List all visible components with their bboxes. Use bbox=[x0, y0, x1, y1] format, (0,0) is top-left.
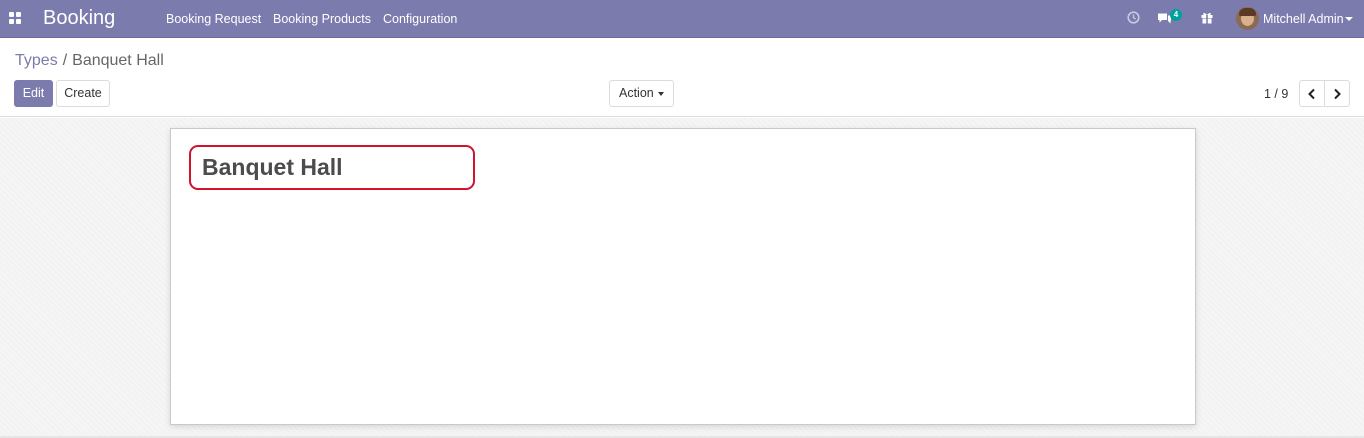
user-menu-name[interactable]: Mitchell Admin bbox=[1263, 12, 1344, 26]
gift-icon[interactable] bbox=[1201, 11, 1213, 27]
menu-booking-request[interactable]: Booking Request bbox=[166, 12, 261, 26]
breadcrumb-types-link[interactable]: Types bbox=[15, 52, 58, 69]
pager-previous-button[interactable] bbox=[1299, 80, 1325, 107]
create-button[interactable]: Create bbox=[56, 80, 110, 107]
pager-next-button[interactable] bbox=[1324, 80, 1350, 107]
form-view-background: Banquet Hall bbox=[0, 118, 1364, 438]
form-sheet: Banquet Hall bbox=[170, 128, 1196, 425]
apps-menu-icon[interactable] bbox=[9, 12, 21, 24]
chevron-right-icon bbox=[1334, 88, 1341, 100]
chevron-left-icon bbox=[1308, 88, 1315, 100]
control-panel: Types / Banquet Hall Edit Create Action 1 … bbox=[0, 39, 1364, 117]
breadcrumb: Types / Banquet Hall bbox=[15, 52, 164, 70]
action-dropdown-button[interactable]: Action bbox=[609, 80, 674, 107]
record-name-field[interactable]: Banquet Hall bbox=[189, 145, 475, 190]
action-label: Action bbox=[619, 86, 654, 100]
caret-down-icon bbox=[658, 92, 664, 96]
top-navbar: Booking Booking Request Booking Products… bbox=[0, 0, 1364, 38]
edit-button[interactable]: Edit bbox=[14, 80, 53, 107]
user-avatar[interactable] bbox=[1236, 7, 1259, 30]
messages-count-badge: 4 bbox=[1170, 9, 1182, 21]
menu-booking-products[interactable]: Booking Products bbox=[273, 12, 371, 26]
activity-clock-icon[interactable] bbox=[1127, 11, 1140, 27]
chevron-down-icon[interactable] bbox=[1345, 17, 1353, 21]
menu-configuration[interactable]: Configuration bbox=[383, 12, 457, 26]
pager-counter[interactable]: 1 / 9 bbox=[1264, 87, 1288, 101]
breadcrumb-current: Banquet Hall bbox=[72, 52, 164, 69]
app-name[interactable]: Booking bbox=[43, 7, 115, 30]
breadcrumb-separator: / bbox=[62, 52, 68, 69]
